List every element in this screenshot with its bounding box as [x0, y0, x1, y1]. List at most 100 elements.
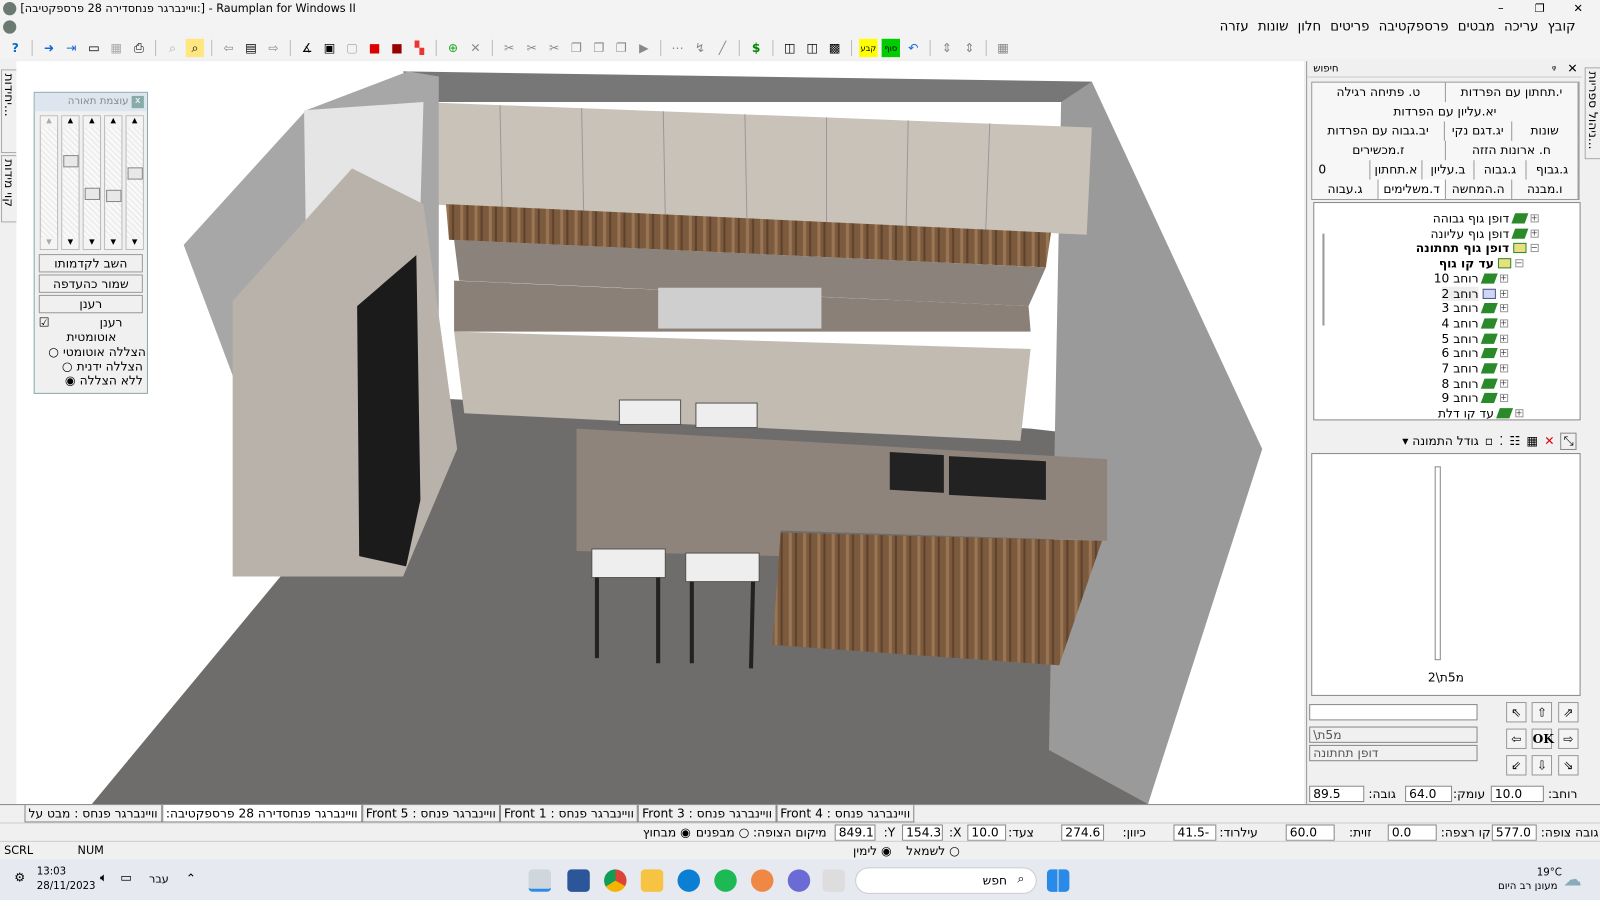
- notification-icon[interactable]: ⚙: [14, 870, 25, 884]
- angle-field[interactable]: 60.0: [1285, 824, 1335, 841]
- network-icon[interactable]: ▭: [120, 870, 132, 884]
- volume-icon[interactable]: 🔈︎: [100, 870, 107, 885]
- tree-item[interactable]: − עד קו גוף: [1439, 256, 1524, 271]
- book2-icon[interactable]: ◫: [803, 39, 821, 57]
- up-down-icon[interactable]: ⇕: [938, 39, 956, 57]
- book-icon[interactable]: ◫: [781, 39, 799, 57]
- play-icon[interactable]: ▶: [635, 39, 653, 57]
- expand-icon[interactable]: +: [1499, 274, 1509, 283]
- clock-time[interactable]: 13:03: [37, 866, 66, 877]
- angle-icon[interactable]: ∡: [298, 39, 316, 57]
- tree-item[interactable]: + רוחב 3: [1442, 301, 1509, 315]
- tab-g-body[interactable]: ג.גבוף: [1527, 160, 1579, 180]
- colors-icon[interactable]: ▚: [410, 39, 428, 57]
- menu-help[interactable]: עזרה: [1220, 18, 1249, 36]
- width-field[interactable]: 10.0: [1490, 785, 1544, 803]
- document-tab[interactable]: וויינברגר פנחס : מבט על: [24, 805, 162, 823]
- expand-icon[interactable]: +: [1499, 304, 1509, 313]
- copy2-icon[interactable]: ❐: [590, 39, 608, 57]
- language-indicator[interactable]: עבר: [149, 872, 169, 885]
- expand-icon[interactable]: −: [1530, 244, 1539, 253]
- tree-item[interactable]: + רוחב 9: [1442, 391, 1509, 405]
- expand-icon[interactable]: +: [1499, 349, 1509, 358]
- teams-icon[interactable]: [787, 869, 811, 892]
- document-tab[interactable]: וויינברגר פנחס : Front 5: [361, 805, 500, 823]
- tab-tall[interactable]: ג.גבוה: [1474, 160, 1527, 180]
- dark-red-box-icon[interactable]: ■: [388, 39, 406, 57]
- delete-icon[interactable]: ✕: [466, 39, 484, 57]
- tree-item[interactable]: + רוחב 10: [1434, 271, 1509, 286]
- find-icon[interactable]: ⌕: [163, 39, 181, 57]
- expand-icon[interactable]: +: [1499, 319, 1509, 328]
- document-tab[interactable]: וויינברגר פנחס : Front 3: [638, 805, 777, 823]
- image-icon[interactable]: ▩: [826, 39, 844, 57]
- tree-item[interactable]: + רוחב 7: [1442, 361, 1509, 376]
- tree-item[interactable]: + רוחב 5: [1442, 331, 1509, 346]
- image-size-dropdown[interactable]: גודל התמונה ▾: [1402, 434, 1479, 448]
- details-view-icon[interactable]: ▦: [1527, 434, 1539, 448]
- raumplan-taskbar-icon[interactable]: [528, 869, 552, 892]
- pin-icon[interactable]: ᵩ: [1552, 61, 1556, 72]
- expand-icon[interactable]: +: [1530, 229, 1539, 238]
- app-icon-2[interactable]: [751, 869, 774, 892]
- save-default-button[interactable]: שמור כהעדפה: [38, 274, 143, 293]
- undo-icon[interactable]: ↶: [904, 39, 922, 57]
- cut-icon[interactable]: ✂: [500, 39, 518, 57]
- floor-line-field[interactable]: 0.0: [1387, 824, 1437, 841]
- tab-thick[interactable]: ג.עבוה: [1312, 179, 1379, 199]
- shading-auto-radio[interactable]: הצללה אוטומטי ○: [48, 345, 146, 359]
- tree-item[interactable]: + דופן גוף גבוהה: [1433, 211, 1539, 226]
- add-item-icon[interactable]: ⊕: [444, 39, 462, 57]
- tab-appliances[interactable]: ז.מכשירים: [1312, 140, 1446, 161]
- minimize-button[interactable]: –: [1498, 0, 1504, 18]
- line-icon[interactable]: ⋯: [668, 39, 686, 57]
- ne-arrow-button[interactable]: ⇗: [1558, 702, 1579, 723]
- 3d-perspective-view[interactable]: [16, 61, 1305, 805]
- copy-icon[interactable]: ❐: [567, 39, 585, 57]
- tab-misc[interactable]: שונות: [1512, 121, 1579, 141]
- expand-icon[interactable]: +: [1530, 214, 1539, 223]
- dimension-lines-tab[interactable]: קוי מידות: [1, 155, 18, 223]
- tilt-field[interactable]: 41.5-: [1173, 824, 1217, 841]
- back-icon[interactable]: ⇦: [219, 39, 237, 57]
- forward-icon[interactable]: ⇨: [264, 39, 282, 57]
- tree-item[interactable]: + רוחב 4: [1442, 316, 1509, 330]
- start-icon[interactable]: [1046, 869, 1070, 892]
- expand-icon[interactable]: −: [1515, 259, 1524, 268]
- restore-button[interactable]: ❐: [1535, 0, 1545, 18]
- tab-tall-separated[interactable]: יב.גבוה עם הפרדות: [1312, 121, 1445, 141]
- tree-item[interactable]: + רוחב 6: [1442, 346, 1509, 361]
- left-arrow-button[interactable]: ⇦: [1506, 728, 1527, 749]
- tab-regular-opening[interactable]: ט. פתיחה רגילה: [1312, 82, 1446, 103]
- tree-scrollbar[interactable]: [1322, 233, 1325, 326]
- cut2-icon[interactable]: ✂: [522, 39, 540, 57]
- right-radio[interactable]: ◉ לימין: [853, 843, 892, 859]
- document-tab[interactable]: וויינברגר פנחס : Front 4: [776, 805, 915, 823]
- height-field[interactable]: 89.5: [1309, 785, 1365, 803]
- weather-temp[interactable]: 19°C: [1537, 867, 1562, 878]
- document-tab[interactable]: וויינברגר פנחס : Front 1: [499, 805, 639, 823]
- se-arrow-button[interactable]: ⇘: [1558, 755, 1579, 776]
- tab-upper-separated[interactable]: יא.עליון עם הפרדות: [1312, 102, 1579, 122]
- tab-clean-model[interactable]: יג.דגם נקי: [1445, 121, 1512, 141]
- menu-edit[interactable]: עריכה: [1504, 18, 1538, 36]
- library-tree[interactable]: + דופן גוף גבוהה + דופן גוף עליונה − דופן גוף…: [1313, 202, 1581, 421]
- box-outline-icon[interactable]: ▢: [343, 39, 361, 57]
- import-icon[interactable]: ➜: [40, 39, 58, 57]
- light-slider-3[interactable]: ▲ ▼: [82, 115, 102, 250]
- light-slider-5[interactable]: ▲ ▼: [125, 115, 144, 250]
- fix-icon[interactable]: קבע: [859, 38, 878, 58]
- explorer-icon[interactable]: [640, 869, 664, 892]
- layout-icon[interactable]: ▦: [994, 39, 1012, 57]
- tree-item[interactable]: − דופן גוף תחתונה: [1416, 241, 1539, 255]
- left-radio[interactable]: ○ לשמאל: [906, 843, 960, 859]
- help-icon[interactable]: ?: [6, 39, 24, 57]
- tab-visualization[interactable]: ה.המחשה: [1445, 179, 1512, 199]
- price-icon[interactable]: $: [747, 39, 765, 57]
- chrome-icon[interactable]: [604, 869, 627, 892]
- light-slider-4[interactable]: ▲ ▼: [104, 115, 123, 250]
- tree-item[interactable]: + רוחב 8: [1442, 376, 1509, 390]
- taskbar-search[interactable]: חפש ⌕: [855, 867, 1037, 894]
- menu-items[interactable]: פריטים: [1330, 18, 1369, 36]
- shading-manual-radio[interactable]: הצללה ידנית ○: [62, 359, 143, 373]
